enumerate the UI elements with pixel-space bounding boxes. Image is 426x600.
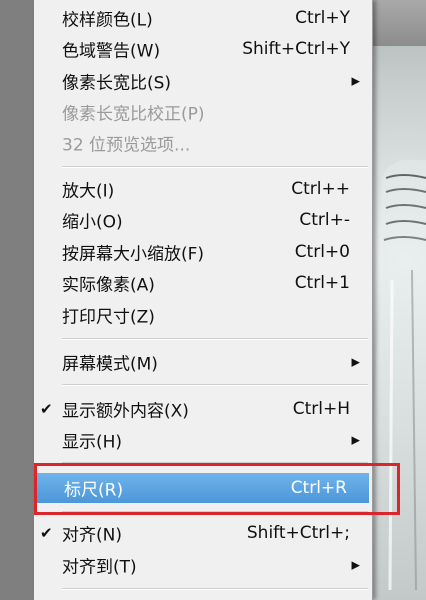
toolbar-strip (0, 0, 34, 600)
menu-item-shortcut: Ctrl+- (299, 210, 350, 230)
menu-separator (62, 384, 368, 386)
menu-item-shortcut: Ctrl++ (291, 179, 350, 199)
menu-item-32bit-preview-options: 32 位预览选项... (34, 128, 372, 158)
menu-separator (62, 166, 368, 168)
menu-item-zoom-out[interactable]: 缩小(O) Ctrl+- (34, 205, 372, 235)
menu-item-label: 像素长宽比(S) (62, 73, 172, 94)
menu-item-label: 缩小(O) (62, 212, 123, 233)
menu-item-label: 校样颜色(L) (62, 10, 153, 31)
menu-item-label: 32 位预览选项... (62, 135, 191, 156)
menu-item-label: 像素长宽比校正(P) (62, 104, 205, 125)
menu-item-label: 打印尺寸(Z) (62, 307, 155, 328)
menu-item-label: 屏幕模式(M) (62, 354, 158, 375)
submenu-arrow-icon: ▶ (351, 558, 360, 572)
submenu-arrow-icon: ▶ (351, 433, 360, 447)
menu-item-snap[interactable]: ✔ 对齐(N) Shift+Ctrl+; (34, 518, 372, 548)
bottle-photo (372, 160, 426, 600)
menu-item-label: 实际像素(A) (62, 275, 155, 296)
menu-item-label: 放大(I) (62, 181, 115, 202)
menu-item-shortcut: Ctrl+H (292, 399, 350, 419)
checkmark-icon: ✔ (40, 524, 53, 542)
menu-item-show[interactable]: 显示(H) ▶ (34, 425, 372, 455)
menu-item-gamut-warning[interactable]: 色域警告(W) Shift+Ctrl+Y (34, 34, 372, 64)
submenu-arrow-icon: ▶ (351, 355, 360, 369)
checkmark-icon: ✔ (40, 400, 53, 418)
menu-item-snap-to[interactable]: 对齐到(T) ▶ (34, 550, 372, 580)
menu-item-label: 对齐到(T) (62, 557, 137, 578)
menu-item-shortcut: Ctrl+0 (294, 242, 350, 262)
menu-item-shortcut: Ctrl+1 (294, 273, 350, 293)
menu-separator (62, 338, 368, 340)
menu-item-pixel-aspect-ratio[interactable]: 像素长宽比(S) ▶ (34, 66, 372, 96)
menu-item-label: 显示(H) (62, 432, 123, 453)
menu-item-fit-on-screen[interactable]: 按屏幕大小缩放(F) Ctrl+0 (34, 237, 372, 267)
menu-item-label: 按屏幕大小缩放(F) (62, 244, 205, 265)
menu-item-label: 色域警告(W) (62, 41, 161, 62)
menu-item-label: 对齐(N) (62, 525, 122, 546)
menu-item-zoom-in[interactable]: 放大(I) Ctrl++ (34, 174, 372, 204)
submenu-arrow-icon: ▶ (351, 74, 360, 88)
menu-item-proof-colors[interactable]: 校样颜色(L) Ctrl+Y (34, 3, 372, 33)
menu-item-label: 显示额外内容(X) (62, 401, 189, 422)
menu-item-print-size[interactable]: 打印尺寸(Z) (34, 300, 372, 330)
menu-item-shortcut: Shift+Ctrl+Y (242, 39, 350, 59)
menu-separator (62, 588, 368, 590)
annotation-highlight-box (34, 463, 400, 515)
menu-item-shortcut: Shift+Ctrl+; (246, 523, 350, 543)
menu-item-shortcut: Ctrl+Y (295, 8, 350, 28)
menu-item-pixel-aspect-correction: 像素长宽比校正(P) (34, 97, 372, 127)
menu-item-screen-mode[interactable]: 屏幕模式(M) ▶ (34, 347, 372, 377)
menu-item-show-extras[interactable]: ✔ 显示额外内容(X) Ctrl+H (34, 394, 372, 424)
menu-item-actual-pixels[interactable]: 实际像素(A) Ctrl+1 (34, 268, 372, 298)
